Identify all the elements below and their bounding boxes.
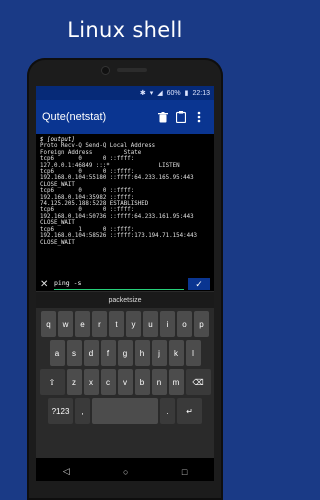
phone-screen: ✱ ▾ ◢ 60% ▮ 22:13 Qute(netstat) $ [outpu… [36, 86, 214, 481]
key-g[interactable]: g [117, 340, 133, 366]
keyboard-row-3: ⇧ z x c v b n m ⌫ [38, 369, 212, 395]
key-r[interactable]: r [92, 311, 107, 337]
backspace-key[interactable]: ⌫ [185, 369, 211, 395]
delete-button[interactable] [154, 108, 172, 126]
terminal-line: Proto Recv-Q Send-Q Local Address [40, 143, 156, 150]
overflow-menu-button[interactable] [190, 108, 208, 126]
key-h[interactable]: h [134, 340, 150, 366]
period-key[interactable]: . [160, 398, 175, 424]
wifi-icon: ▾ [149, 90, 154, 97]
clipboard-button[interactable] [172, 108, 190, 126]
comma-key[interactable]: , [75, 398, 90, 424]
terminal-line: tcp6 1 0 ::ffff: [40, 226, 135, 233]
space-key[interactable] [92, 398, 158, 424]
key-p[interactable]: p [194, 311, 209, 337]
keyboard-row-2: a s d f g h j k l [38, 340, 212, 366]
battery-level: 60% [166, 89, 181, 97]
keyboard-row-4: ?123 , . ↵ [38, 398, 212, 424]
app-title: Qute(netstat) [42, 111, 107, 123]
terminal-line: 192.168.0.104:35982 ::ffff: [40, 194, 135, 201]
shift-key[interactable]: ⇧ [39, 369, 65, 395]
soft-keyboard: q w e r t y u i o p a s d f g h j k l ⇧ … [36, 308, 214, 458]
key-n[interactable]: n [151, 369, 167, 395]
more-vert-icon [197, 111, 201, 123]
phone-frame: ✱ ▾ ◢ 60% ▮ 22:13 Qute(netstat) $ [outpu… [27, 58, 223, 500]
key-e[interactable]: e [75, 311, 90, 337]
key-v[interactable]: v [117, 369, 133, 395]
clipboard-icon [176, 111, 186, 123]
earpiece [117, 68, 147, 72]
status-bar: ✱ ▾ ◢ 60% ▮ 22:13 [36, 86, 214, 100]
key-l[interactable]: l [185, 340, 201, 366]
command-bar: ✕ ping -s ✓ [36, 277, 214, 291]
key-u[interactable]: u [143, 311, 158, 337]
bluetooth-icon: ✱ [139, 90, 146, 97]
key-d[interactable]: d [83, 340, 99, 366]
recents-icon[interactable]: □ [182, 467, 187, 477]
enter-key[interactable]: ↵ [177, 398, 202, 424]
symbols-key[interactable]: ?123 [48, 398, 73, 424]
terminal-line: 74.125.205.188:5228 ESTABLISHED [40, 201, 149, 208]
key-q[interactable]: q [41, 311, 56, 337]
output-prompt: $ [output] [40, 137, 75, 143]
key-w[interactable]: w [58, 311, 73, 337]
key-t[interactable]: t [109, 311, 124, 337]
key-i[interactable]: i [160, 311, 175, 337]
key-x[interactable]: x [83, 369, 99, 395]
back-icon[interactable]: ◁ [63, 466, 70, 477]
terminal-line: 192.168.0.104:58526 ::ffff:173.194.71.15… [40, 233, 198, 240]
terminal-line: 192.168.0.104:55180 ::ffff:64.233.165.95… [40, 175, 194, 182]
terminal-line: 127.0.0.1:46849 :::* LISTEN [40, 162, 180, 169]
key-z[interactable]: z [66, 369, 82, 395]
terminal-line: Foreign Address State [40, 149, 142, 156]
home-icon[interactable]: ○ [123, 467, 128, 477]
key-c[interactable]: c [100, 369, 116, 395]
keyboard-suggestion[interactable]: packetsize [36, 291, 214, 308]
clear-icon[interactable]: ✕ [40, 279, 50, 290]
command-input[interactable]: ping -s [54, 278, 184, 290]
terminal-line: CLOSE_WAIT [40, 181, 75, 188]
terminal-output[interactable]: $ [output] Proto Recv-Q Send-Q Local Add… [36, 134, 214, 277]
key-o[interactable]: o [177, 311, 192, 337]
terminal-line: tcp6 0 0 ::ffff: [40, 188, 135, 195]
signal-icon: ◢ [157, 90, 163, 97]
keyboard-row-1: q w e r t y u i o p [38, 311, 212, 337]
key-a[interactable]: a [49, 340, 65, 366]
app-bar: Qute(netstat) [36, 100, 214, 134]
promo-headline: Linux shell [67, 18, 183, 42]
key-j[interactable]: j [151, 340, 167, 366]
key-f[interactable]: f [100, 340, 116, 366]
key-b[interactable]: b [134, 369, 150, 395]
trash-icon [158, 111, 168, 122]
camera [101, 66, 110, 75]
terminal-line: 192.168.0.104:50736 ::ffff:64.233.161.95… [40, 213, 194, 220]
key-s[interactable]: s [66, 340, 82, 366]
key-k[interactable]: k [168, 340, 184, 366]
terminal-line: CLOSE_WAIT [40, 220, 75, 227]
terminal-line: tcp6 0 0 ::ffff: [40, 207, 135, 214]
clock: 22:13 [192, 89, 210, 97]
battery-icon: ▮ [184, 90, 189, 97]
terminal-line: tcp6 0 0 ::ffff: [40, 169, 135, 176]
key-y[interactable]: y [126, 311, 141, 337]
nav-bar: ◁ ○ □ [36, 462, 214, 481]
run-button[interactable]: ✓ [188, 278, 210, 290]
terminal-line: tcp6 0 0 ::ffff: [40, 156, 135, 163]
check-icon: ✓ [195, 278, 203, 289]
key-m[interactable]: m [168, 369, 184, 395]
terminal-line: CLOSE_WAIT [40, 239, 75, 246]
